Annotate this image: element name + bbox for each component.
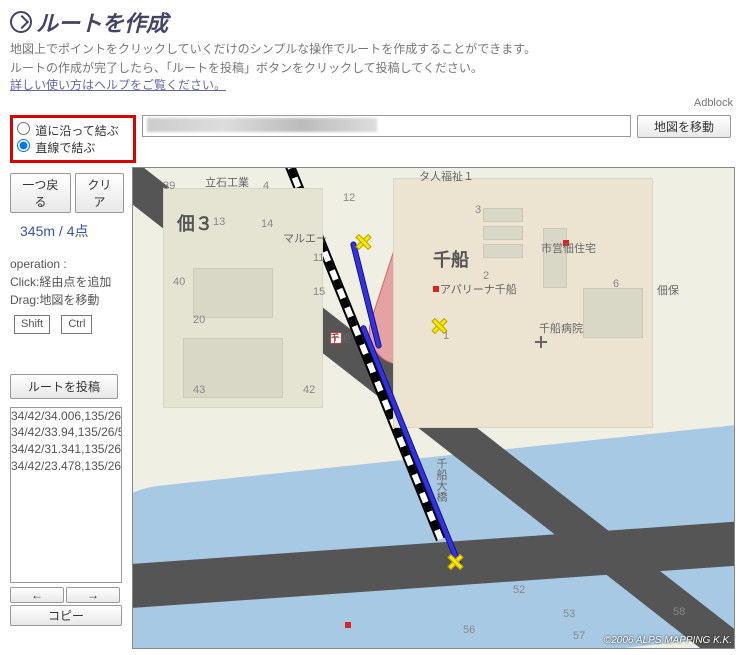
hospital-icon xyxy=(535,336,547,348)
location-search-input[interactable] xyxy=(142,115,631,137)
connect-mode-radio-group: 道に沿って結ぶ 直線で結ぶ xyxy=(10,115,136,163)
waypoint-marker[interactable] xyxy=(447,554,461,568)
map-bridge-label: 千船大橋 xyxy=(433,458,449,502)
adblock-label: Adblock xyxy=(0,97,733,109)
map-copyright: ©2006 ALPS MAPPING K.K. xyxy=(604,635,732,646)
block-number: 39 xyxy=(163,180,175,192)
scroll-right-button[interactable]: → xyxy=(66,587,120,603)
block-number: 43 xyxy=(193,384,205,396)
coord-row: 34/42/33.94,135/26/5 xyxy=(11,424,121,441)
coord-row: 34/42/31.341,135/26 xyxy=(11,441,121,458)
operation-click-hint: Click:経由点を追加 xyxy=(10,273,124,291)
copy-button[interactable]: コピー xyxy=(10,605,122,626)
block-number: 12 xyxy=(343,192,355,204)
post-route-button[interactable]: ルートを投稿 xyxy=(10,374,118,399)
clear-button[interactable]: クリア xyxy=(75,173,124,213)
description-text: 地図上でポイントをクリックしていくだけのシンプルな操作でルートを作成することがで… xyxy=(10,40,731,57)
operation-drag-hint: Drag:地図を移動 xyxy=(10,291,124,309)
map-label: 佃保 xyxy=(657,282,679,298)
building xyxy=(543,228,567,288)
block-number: 56 xyxy=(463,624,475,636)
map-label: アパリーナ千船 xyxy=(440,281,517,297)
block-number: 4 xyxy=(263,180,269,192)
radio-straight-line[interactable]: 直線で結ぶ xyxy=(17,139,119,156)
block-number: 1 xyxy=(443,330,449,342)
ctrl-key-hint: Ctrl xyxy=(61,315,92,334)
move-map-button[interactable]: 地図を移動 xyxy=(637,115,731,138)
undo-button[interactable]: 一つ戻る xyxy=(10,173,71,213)
block-number: 13 xyxy=(213,216,225,228)
radio-along-road[interactable]: 道に沿って結ぶ xyxy=(17,122,119,139)
waypoint-marker[interactable] xyxy=(355,234,369,248)
shift-key-hint: Shift xyxy=(14,315,50,334)
block-number: 15 xyxy=(313,286,325,298)
block-number: 11 xyxy=(313,252,324,264)
block-number: 57 xyxy=(573,630,585,642)
block-number: 40 xyxy=(173,276,185,288)
poi-icon xyxy=(433,286,439,292)
map-label: 千船病院 xyxy=(539,320,583,336)
poi-icon xyxy=(345,622,351,628)
help-link[interactable]: 詳しい使い方はヘルプをご覧ください。 xyxy=(10,78,226,92)
map-station-label: 千船 xyxy=(433,246,469,272)
building xyxy=(483,208,523,222)
coord-row: 34/42/23.478,135/26 xyxy=(11,458,121,475)
block-number: 52 xyxy=(513,584,525,596)
block-number: 3 xyxy=(475,204,481,216)
block-number: 6 xyxy=(613,278,619,290)
block-number: 42 xyxy=(303,384,315,396)
map-label: 市営佃住宅 xyxy=(541,240,596,256)
block-number: 53 xyxy=(563,608,575,620)
building xyxy=(193,268,273,318)
block-number: 20 xyxy=(193,314,205,326)
block-number: 58 xyxy=(673,606,685,618)
coord-row: 34/42/34.006,135/26 xyxy=(11,408,121,425)
block-number: 14 xyxy=(261,218,273,230)
map-label: 立石工業 xyxy=(205,174,249,190)
route-stats: 345m / 4点 xyxy=(20,221,124,241)
map-label: タ人福祉１ xyxy=(419,168,474,184)
building xyxy=(483,226,523,240)
description-text-2: ルートの作成が完了したら、「ルートを投稿」ボタンをクリックして投稿してください。 xyxy=(10,59,731,76)
block-number: 2 xyxy=(483,270,489,282)
map-label: 千船 xyxy=(329,330,351,346)
map-label: マルエー xyxy=(283,230,327,246)
map-district-label: 佃３ xyxy=(177,210,213,236)
building xyxy=(583,288,643,338)
arrow-circle-icon xyxy=(10,11,32,33)
operation-title: operation : xyxy=(10,255,124,273)
scroll-left-button[interactable]: ← xyxy=(10,587,64,603)
building xyxy=(483,244,523,258)
page-title: ルートを作成 xyxy=(10,6,731,38)
map-canvas[interactable]: + − xyxy=(132,167,735,649)
coordinates-list[interactable]: 34/42/34.006,135/26 34/42/33.94,135/26/5… xyxy=(10,407,122,583)
